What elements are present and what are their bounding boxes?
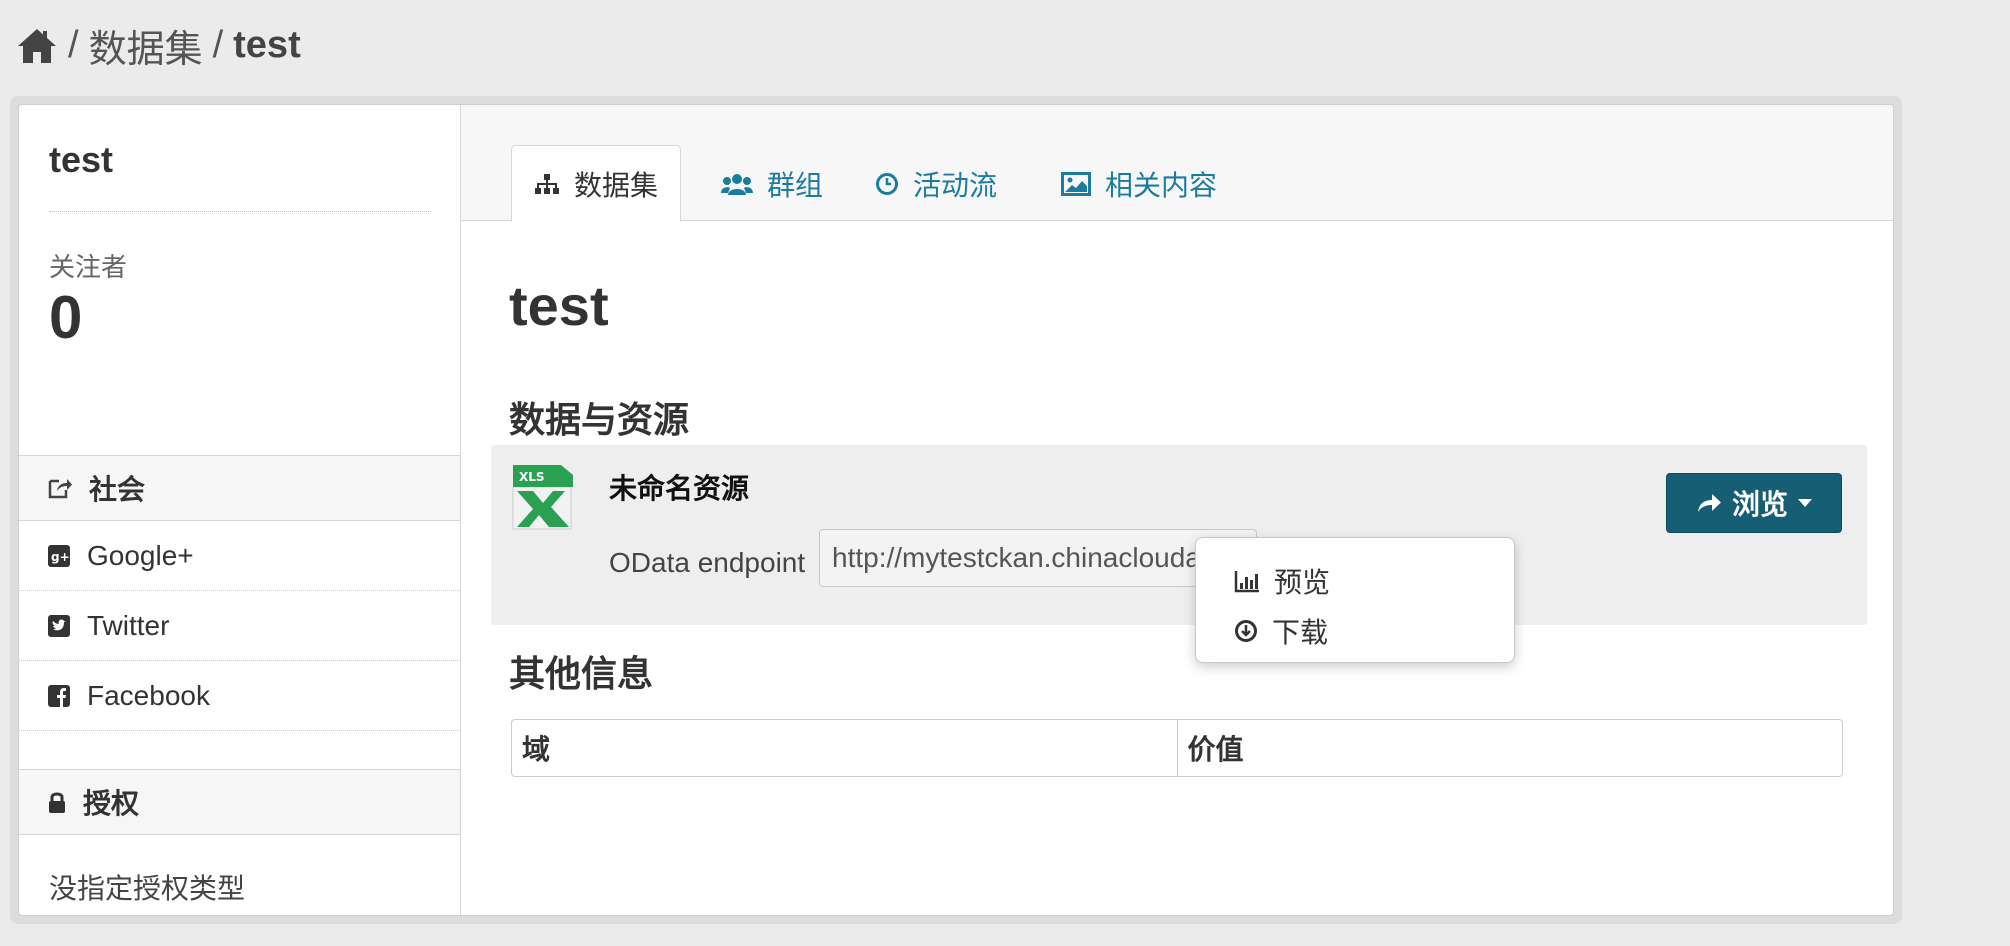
dropdown-item-label: 下载 [1272, 617, 1329, 648]
sidebar: test 关注者 0 社会 g+ Google+ Twitter Faceboo… [19, 105, 461, 915]
explore-button-label: 浏览 [1731, 489, 1788, 520]
license-text: 没指定授权类型 [49, 873, 246, 904]
picture-icon [1061, 171, 1091, 196]
table-header-field: 域 [522, 734, 551, 765]
tab-label: 活动流 [913, 169, 998, 201]
followers-label: 关注者 [49, 252, 128, 282]
sidebar-divider [49, 211, 431, 212]
share-icon [47, 476, 73, 500]
tab-related-items[interactable]: 相关内容 [1039, 145, 1239, 222]
dropdown-item-label: 预览 [1274, 567, 1331, 598]
tab-bar: 数据集 群组 活动流 相关内容 [461, 105, 1893, 222]
download-circle-icon [1234, 619, 1258, 643]
tab-activity-stream[interactable]: 活动流 [853, 145, 1019, 222]
page-title: test [509, 274, 609, 337]
other-info-heading: 其他信息 [509, 653, 654, 694]
lock-icon [47, 790, 67, 814]
content-container: test 关注者 0 社会 g+ Google+ Twitter Faceboo… [18, 104, 1894, 916]
social-item-label: Facebook [87, 679, 210, 711]
resource-title[interactable]: 未命名资源 [609, 467, 749, 507]
google-plus-icon: g+ [47, 544, 71, 568]
bar-chart-icon [1234, 569, 1260, 593]
resource-format-label: OData endpoint [609, 547, 806, 578]
dropdown-item-preview[interactable]: 预览 [1196, 556, 1514, 606]
share-arrow-icon [1696, 492, 1722, 514]
tab-label: 相关内容 [1105, 169, 1218, 201]
main-content: 数据集 群组 活动流 相关内容 test 数据与资源 XLS 未命名资源 ODa… [461, 105, 1893, 915]
breadcrumb-separator: / [212, 24, 224, 66]
sitemap-icon [534, 173, 560, 195]
license-section-heading: 授权 [19, 769, 460, 835]
xls-file-icon: XLS [511, 463, 575, 531]
followers-count: 0 [49, 284, 83, 351]
resource-url-field[interactable] [819, 529, 1257, 587]
tab-label: 数据集 [574, 169, 659, 201]
breadcrumb-separator: / [68, 24, 79, 66]
additional-info-table: 域 价值 [511, 719, 1843, 777]
social-section-heading: 社会 [19, 455, 460, 521]
tab-label: 群组 [767, 169, 824, 201]
tab-groups[interactable]: 群组 [699, 145, 845, 222]
license-heading-label: 授权 [83, 788, 140, 819]
social-heading-label: 社会 [89, 474, 146, 505]
svg-text:g+: g+ [51, 550, 70, 564]
breadcrumb-datasets-link[interactable]: 数据集 [89, 18, 203, 73]
facebook-icon [47, 684, 71, 708]
explore-dropdown-menu: 预览 下载 [1195, 537, 1515, 663]
breadcrumb-current[interactable]: test [233, 24, 301, 67]
svg-text:XLS: XLS [519, 470, 545, 484]
twitter-icon [47, 614, 71, 638]
social-item-label: Twitter [87, 609, 170, 641]
home-icon[interactable] [16, 26, 58, 66]
users-icon [721, 172, 753, 196]
social-item-label: Google+ [87, 539, 194, 571]
page-wrapper: test 关注者 0 社会 g+ Google+ Twitter Faceboo… [10, 96, 1902, 924]
chevron-down-icon [1798, 499, 1812, 507]
social-item-twitter[interactable]: Twitter [19, 591, 460, 661]
sidebar-title: test [49, 139, 114, 180]
resources-heading: 数据与资源 [509, 399, 690, 440]
explore-button[interactable]: 浏览 [1666, 473, 1842, 533]
breadcrumb: / 数据集 / test [16, 18, 301, 73]
resource-item[interactable]: XLS 未命名资源 OData endpoint 浏览 [491, 445, 1867, 625]
table-header-value: 价值 [1176, 720, 1843, 776]
social-item-facebook[interactable]: Facebook [19, 661, 460, 731]
dropdown-item-download[interactable]: 下载 [1196, 606, 1514, 656]
social-list: g+ Google+ Twitter Facebook [19, 521, 460, 731]
social-item-google-plus[interactable]: g+ Google+ [19, 521, 460, 591]
tab-datasets[interactable]: 数据集 [511, 145, 682, 222]
clock-icon [875, 172, 899, 196]
